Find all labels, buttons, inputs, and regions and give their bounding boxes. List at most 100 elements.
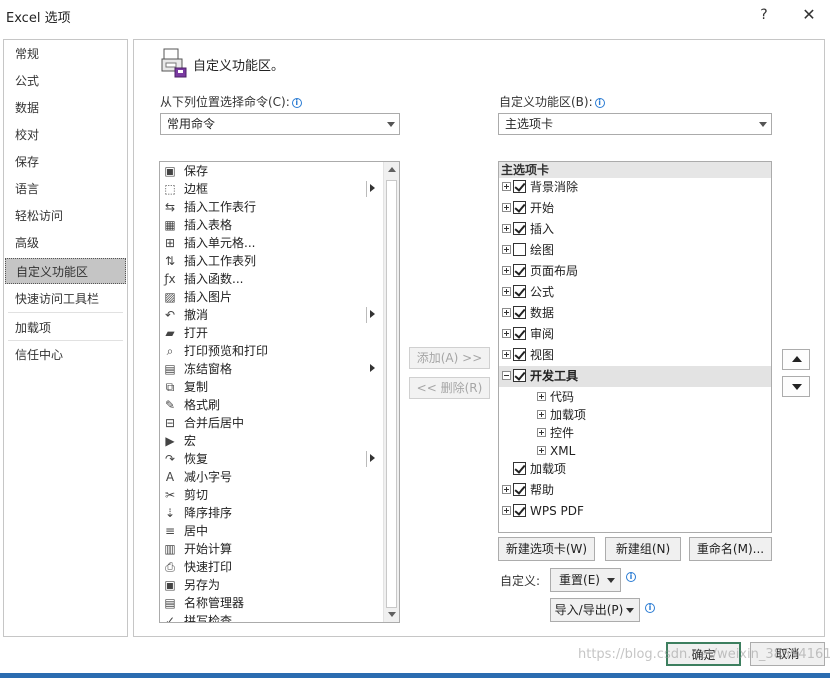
- help-button[interactable]: ?: [752, 4, 776, 26]
- rename-button[interactable]: 重命名(M)...: [689, 537, 772, 561]
- expand-icon[interactable]: [502, 245, 511, 254]
- submenu-arrow-icon[interactable]: [370, 310, 375, 318]
- collapse-icon[interactable]: [502, 371, 511, 380]
- add-button[interactable]: 添加(A) >>: [409, 347, 490, 369]
- command-item[interactable]: ✓ 拼写检查: [160, 612, 384, 622]
- command-item[interactable]: ▣ 另存为: [160, 576, 384, 594]
- command-item[interactable]: ⊟ 合并后居中: [160, 414, 384, 432]
- tab-checkbox[interactable]: [513, 348, 526, 361]
- nav-item-7[interactable]: 高级: [5, 230, 126, 256]
- tree-tab-after-2[interactable]: WPS PDF: [499, 501, 771, 522]
- nav-item-1[interactable]: 公式: [5, 68, 126, 94]
- tab-checkbox[interactable]: [513, 327, 526, 340]
- expand-icon[interactable]: [502, 203, 511, 212]
- command-item[interactable]: ƒx 插入函数...: [160, 270, 384, 288]
- expand-icon[interactable]: [537, 428, 546, 437]
- expand-icon[interactable]: [502, 182, 511, 191]
- tree-tab-6[interactable]: 数据: [499, 303, 771, 324]
- expand-icon[interactable]: [537, 446, 546, 455]
- new-tab-button[interactable]: 新建选项卡(W): [498, 537, 595, 561]
- command-item[interactable]: ⌕ 打印预览和打印: [160, 342, 384, 360]
- ribbon-tabs-tree[interactable]: 主选项卡 背景消除 开始 插入 绘图 页面布局 公式 数据 审阅 视图 开发工具 代码 加载项 控件 XM…: [498, 161, 772, 533]
- reset-button[interactable]: 重置(E): [550, 568, 621, 592]
- submenu-arrow-icon[interactable]: [370, 454, 375, 462]
- tab-checkbox[interactable]: [513, 264, 526, 277]
- command-item[interactable]: ▶ 宏: [160, 432, 384, 450]
- new-group-button[interactable]: 新建组(N): [605, 537, 681, 561]
- move-up-button[interactable]: [782, 349, 810, 370]
- tree-tab-after-0[interactable]: 加载项: [499, 459, 771, 480]
- move-down-button[interactable]: [782, 376, 810, 397]
- command-item[interactable]: ▤ 冻结窗格: [160, 360, 384, 378]
- tab-checkbox[interactable]: [513, 462, 526, 475]
- command-item[interactable]: ▤ 名称管理器: [160, 594, 384, 612]
- close-icon[interactable]: ✕: [796, 4, 822, 26]
- tree-tab-5[interactable]: 公式: [499, 282, 771, 303]
- tab-checkbox[interactable]: [513, 483, 526, 496]
- tree-tab-3[interactable]: 绘图: [499, 240, 771, 261]
- tree-tab-1[interactable]: 开始: [499, 198, 771, 219]
- tab-checkbox[interactable]: [513, 180, 526, 193]
- command-item[interactable]: ▥ 开始计算: [160, 540, 384, 558]
- nav-item-9[interactable]: 快速访问工具栏: [5, 286, 126, 312]
- command-item[interactable]: A 减小字号: [160, 468, 384, 486]
- nav-item-4[interactable]: 保存: [5, 149, 126, 175]
- expand-icon[interactable]: [502, 350, 511, 359]
- command-item[interactable]: ▣ 保存: [160, 162, 384, 180]
- command-item[interactable]: ⇣ 降序排序: [160, 504, 384, 522]
- command-item[interactable]: ▰ 打开: [160, 324, 384, 342]
- expand-icon[interactable]: [502, 308, 511, 317]
- expand-icon[interactable]: [502, 266, 511, 275]
- commands-scrollbar[interactable]: [383, 162, 399, 622]
- expand-icon[interactable]: [502, 224, 511, 233]
- tree-tab-7[interactable]: 审阅: [499, 324, 771, 345]
- tab-checkbox[interactable]: [513, 222, 526, 235]
- nav-item-3[interactable]: 校对: [5, 122, 126, 148]
- command-item[interactable]: ⊞ 插入单元格...: [160, 234, 384, 252]
- tab-checkbox[interactable]: [513, 504, 526, 517]
- expand-icon[interactable]: [537, 410, 546, 419]
- nav-item-10[interactable]: 加载项: [5, 315, 126, 341]
- customize-ribbon-select[interactable]: 主选项卡: [498, 113, 772, 135]
- tab-checkbox[interactable]: [513, 201, 526, 214]
- nav-item-5[interactable]: 语言: [5, 176, 126, 202]
- expand-icon[interactable]: [502, 287, 511, 296]
- nav-item-2[interactable]: 数据: [5, 95, 126, 121]
- submenu-arrow-icon[interactable]: [370, 364, 375, 372]
- tree-tab-4[interactable]: 页面布局: [499, 261, 771, 282]
- tab-checkbox[interactable]: [513, 285, 526, 298]
- command-item[interactable]: ⧉ 复制: [160, 378, 384, 396]
- tab-checkbox[interactable]: [513, 369, 526, 382]
- scroll-up-icon[interactable]: [384, 162, 399, 177]
- command-item[interactable]: ▦ 插入表格: [160, 216, 384, 234]
- commands-list[interactable]: ✓ 拼写检查 ▤ 名称管理器 ▣ 另存为 ⎙ 快速打印 ▥ 开始计算 ≡ 居中 ⇣ 降序排序 ✂ 剪切 A 减小字…: [159, 161, 400, 623]
- tree-tab-after-1[interactable]: 帮助: [499, 480, 771, 501]
- tab-checkbox[interactable]: [513, 306, 526, 319]
- nav-item-11[interactable]: 信任中心: [5, 342, 126, 368]
- import-export-button[interactable]: 导入/导出(P): [550, 598, 640, 622]
- command-item[interactable]: ≡ 居中: [160, 522, 384, 540]
- command-item[interactable]: ↷ 恢复: [160, 450, 384, 468]
- nav-item-0[interactable]: 常规: [5, 41, 126, 67]
- expand-icon[interactable]: [502, 329, 511, 338]
- tree-tab-2[interactable]: 插入: [499, 219, 771, 240]
- nav-item-6[interactable]: 轻松访问: [5, 203, 126, 229]
- command-item[interactable]: ✎ 格式刷: [160, 396, 384, 414]
- command-item[interactable]: ⬚ 边框: [160, 180, 384, 198]
- command-item[interactable]: ↶ 撤消: [160, 306, 384, 324]
- scroll-down-icon[interactable]: [384, 607, 399, 622]
- expand-icon[interactable]: [502, 506, 511, 515]
- command-item[interactable]: ▨ 插入图片: [160, 288, 384, 306]
- tab-checkbox[interactable]: [513, 243, 526, 256]
- choose-commands-select[interactable]: 常用命令: [160, 113, 400, 135]
- expand-icon[interactable]: [502, 485, 511, 494]
- remove-button[interactable]: << 删除(R): [409, 377, 490, 399]
- command-item[interactable]: ⇆ 插入工作表行: [160, 198, 384, 216]
- expand-icon[interactable]: [537, 392, 546, 401]
- nav-item-8[interactable]: 自定义功能区: [5, 258, 126, 284]
- command-item[interactable]: ⎙ 快速打印: [160, 558, 384, 576]
- tree-tab-9[interactable]: 开发工具: [499, 366, 771, 387]
- command-item[interactable]: ⇅ 插入工作表列: [160, 252, 384, 270]
- command-item[interactable]: ✂ 剪切: [160, 486, 384, 504]
- tree-tab-0[interactable]: 背景消除: [499, 177, 771, 198]
